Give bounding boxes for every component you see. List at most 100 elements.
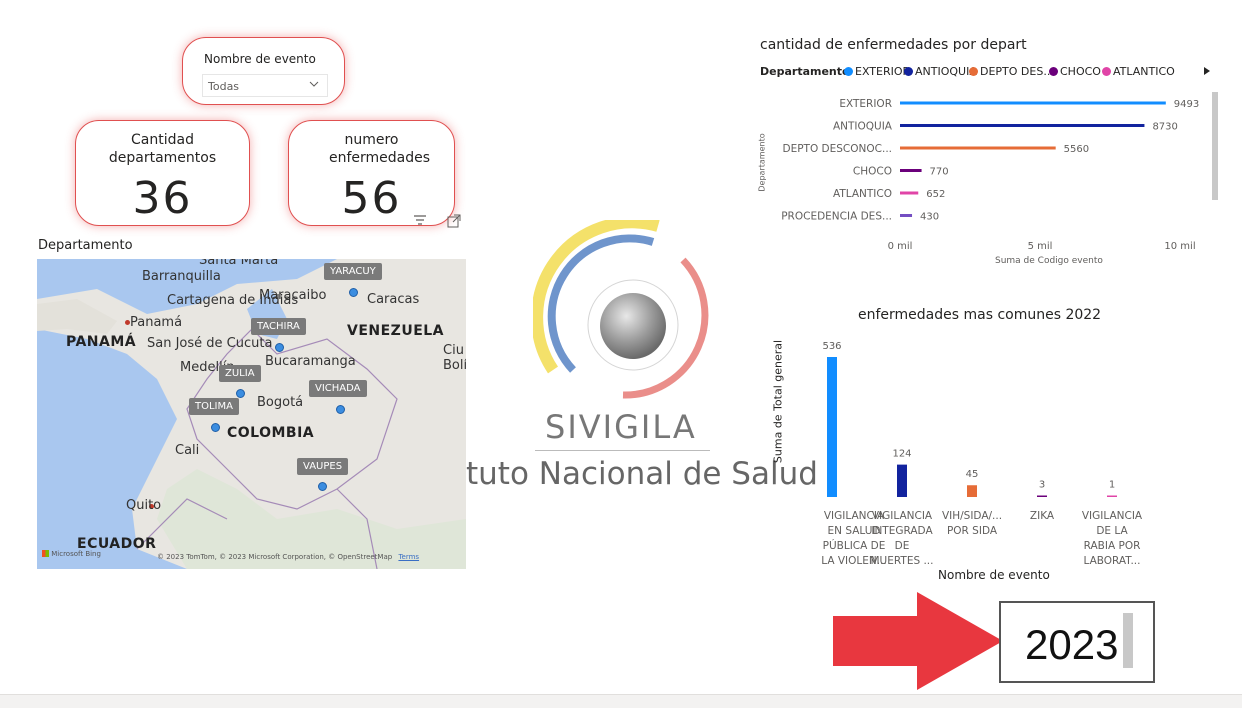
sivigila-logo [533,220,709,399]
bar[interactable] [900,101,1166,105]
country-label: COLOMBIA [227,425,315,441]
data-label: 536 [822,341,841,352]
category-label: RABIA POR [1084,540,1141,552]
legend-label: ATLANTICO [1113,65,1175,78]
map-attribution: © 2023 TomTom, © 2023 Microsoft Corporat… [157,553,419,561]
focus-mode-icon[interactable] [447,214,461,228]
category-label: DEPTO DESCONOC... [782,143,892,155]
filter-icon[interactable] [413,214,427,226]
bar-chart-scrollbar[interactable] [1212,92,1218,200]
event-slicer-card: Nombre de evento Todas [182,37,345,105]
chevron-down-icon [309,81,319,87]
tick-label: 0 mil [888,241,913,252]
column[interactable] [897,464,907,497]
legend-item[interactable]: ATLANTICO [1102,65,1175,78]
map-tag-tachira[interactable]: TACHIRA [251,318,306,335]
column-chart-xlabel: Nombre de evento [938,568,1050,582]
map-tag-zulia[interactable]: ZULIA [219,365,261,382]
bar[interactable] [900,214,913,217]
year-value: 2023 [1025,621,1119,668]
category-label: VIGILANCIA [872,510,933,522]
bar[interactable] [900,124,1145,127]
legend-item[interactable]: CHOCO [1049,65,1101,78]
data-label: 770 [930,167,949,178]
data-label: 45 [966,469,979,480]
map-tag-yaracuy[interactable]: YARACUY [324,263,382,280]
map-point[interactable] [349,288,358,297]
legend-item[interactable]: EXTERIOR [844,65,910,78]
place-label: Cartagena de Indias [167,293,299,308]
watermark-org: tuto Nacional de Salud [466,456,818,492]
kpi-label: numero enfermedades [329,132,431,166]
kpi-label: Cantidad departamentos [108,132,217,166]
kpi-value: 56 [341,173,402,224]
tick-label: 5 mil [1028,241,1053,252]
country-label: VENEZUELA [347,323,445,339]
category-label: PÚBLICA DE [823,539,886,552]
category-label: VIGILANCIA [1082,510,1143,522]
terms-link[interactable]: Terms [398,553,419,561]
category-label: ZIKA [1030,510,1055,522]
category-label: CHOCO [853,166,892,178]
bar-chart-plot: EXTERIOR 9493 ANTIOQUIA 8730 DEPTO DESCONOC.… [781,98,1199,252]
legend-label: CHOCO [1060,65,1101,78]
bar[interactable] [900,169,922,172]
legend-item[interactable]: DEPTO DES... [969,65,1054,78]
category-label: ANTIOQUIA [833,121,893,133]
map-visual[interactable]: Santa Marta Barranquilla Cartagena de In… [37,259,466,569]
place-label: San José de Cucuta [147,336,273,351]
category-label: POR SIDA [947,525,998,537]
legend-dot-icon [1049,67,1058,76]
column-chart-plot: 536VIGILANCIAEN SALUDPÚBLICA DELA VIOLEN… [821,341,1143,565]
slicer-title: Nombre de evento [204,52,316,66]
data-label: 8730 [1152,122,1177,133]
column-chart-ylabel: Suma de Total general [771,339,785,464]
data-label: 124 [892,449,911,460]
map-point[interactable] [211,423,220,432]
map-point[interactable] [275,343,284,352]
kpi-card-enfermedades: numero enfermedades 56 [288,120,455,226]
map-point[interactable] [236,389,245,398]
map-title: Departamento [38,238,133,253]
category-label: PROCEDENCIA DES... [781,211,892,223]
category-label: DE LA [1096,525,1128,537]
legend-next-icon[interactable] [1203,66,1211,76]
category-label: VIH/SIDA/... [942,510,1002,522]
map-tag-tolima[interactable]: TOLIMA [189,398,239,415]
legend-item[interactable]: ANTIOQUIA [904,65,977,78]
place-label: Panamá [130,315,183,330]
place-label: Bucaramanga [265,354,356,369]
bing-logo: Microsoft Bing [42,550,101,558]
legend-label: ANTIOQUIA [915,65,977,78]
bing-label: Microsoft Bing [51,550,101,558]
arrow-icon [833,592,1003,690]
dropdown-value: Todas [208,80,240,93]
kpi-value: 36 [132,173,193,224]
bar[interactable] [900,191,919,195]
data-label: 430 [920,212,939,223]
category-label: MUERTES ... [871,555,934,565]
country-label: PANAMÁ [66,334,137,350]
event-dropdown[interactable]: Todas [202,74,328,97]
place-label: Santa Marta [199,259,279,268]
legend-dot-icon [844,67,853,76]
watermark-name: SIVIGILA [545,408,697,446]
column[interactable] [827,357,837,497]
place-label: Bogotá [257,395,304,410]
legend-title: Departamento [760,65,850,78]
place-label: Ciu Bolí [443,343,466,373]
place-label: Maracaibo [259,288,327,303]
map-point[interactable] [318,482,327,491]
year-display[interactable]: 2023 [999,601,1155,683]
column[interactable] [1107,495,1117,498]
column[interactable] [967,485,977,497]
data-label: 5560 [1064,144,1089,155]
column[interactable] [1037,495,1047,498]
map-tag-vaupes[interactable]: VAUPES [297,458,349,475]
attribution-text: © 2023 TomTom, © 2023 Microsoft Corporat… [157,553,393,561]
legend-dot-icon [969,67,978,76]
map-tag-vichada[interactable]: VICHADA [309,380,367,397]
map-point[interactable] [336,405,345,414]
category-label: DE [895,540,910,552]
bar[interactable] [900,146,1056,150]
